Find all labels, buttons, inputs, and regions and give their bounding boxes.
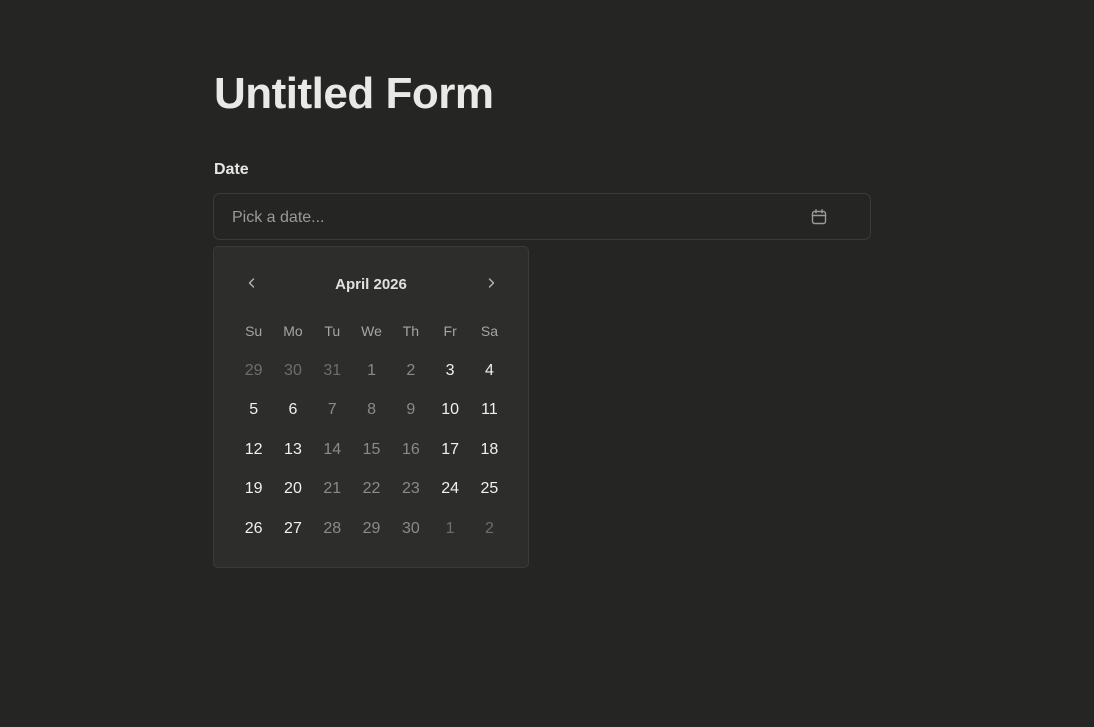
calendar-day-17[interactable]: 17 xyxy=(430,430,469,470)
form-page: Untitled Form Date Pick a date... April … xyxy=(0,0,1094,727)
calendar-week-row: 19 20 21 22 23 24 25 xyxy=(234,470,509,510)
weekday-label: Su xyxy=(245,323,263,339)
calendar-day-15: 15 xyxy=(362,440,381,458)
date-input-placeholder: Pick a date... xyxy=(232,209,325,226)
calendar-day-28: 28 xyxy=(323,519,342,537)
date-picker-input[interactable]: Pick a date... xyxy=(213,193,871,240)
calendar-popover: April 2026 Su Mo Tu We Th Fr Sa 29 30 31 1 2… xyxy=(213,246,529,568)
calendar-day-6[interactable]: 6 xyxy=(273,391,312,431)
calendar-day-11[interactable]: 11 xyxy=(470,391,509,431)
calendar-day-27[interactable]: 27 xyxy=(273,509,312,549)
calendar-day-21: 21 xyxy=(323,480,342,498)
weekday-label: Sa xyxy=(480,323,498,339)
calendar-week-row: 26 27 28 29 30 1 2 xyxy=(234,509,509,549)
calendar-day-7: 7 xyxy=(327,401,337,419)
calendar-icon xyxy=(810,208,828,226)
calendar-day-2: 2 xyxy=(406,361,416,379)
calendar-day-outside-31: 31 xyxy=(323,361,342,379)
weekday-label: Mo xyxy=(283,323,303,339)
calendar-day-10[interactable]: 10 xyxy=(430,391,469,431)
calendar-day-26[interactable]: 26 xyxy=(234,509,273,549)
calendar-day-5[interactable]: 5 xyxy=(234,391,273,431)
calendar-day-outside-1: 1 xyxy=(445,519,455,537)
chevron-right-icon xyxy=(485,276,497,294)
calendar-day-30: 30 xyxy=(401,519,420,537)
calendar-day-25[interactable]: 25 xyxy=(470,470,509,510)
calendar-day-grid: 29 30 31 1 2 3 4 5 6 7 8 9 10 11 12 13 14 15 16 17 18 19 20 21 2… xyxy=(234,351,509,549)
calendar-day-14: 14 xyxy=(323,440,342,458)
date-field-label: Date xyxy=(214,161,249,178)
calendar-day-1: 1 xyxy=(367,361,376,379)
calendar-day-24[interactable]: 24 xyxy=(430,470,469,510)
calendar-day-9: 9 xyxy=(406,401,416,419)
calendar-day-outside-29: 29 xyxy=(244,361,263,379)
calendar-week-row: 29 30 31 1 2 3 4 xyxy=(234,351,509,391)
calendar-week-row: 5 6 7 8 9 10 11 xyxy=(234,391,509,431)
next-month-button[interactable] xyxy=(481,275,501,295)
calendar-day-19[interactable]: 19 xyxy=(234,470,273,510)
weekday-header: Su Mo Tu We Th Fr Sa xyxy=(234,323,509,339)
calendar-day-outside-30: 30 xyxy=(284,361,302,379)
calendar-day-13[interactable]: 13 xyxy=(273,430,312,470)
calendar-day-22: 22 xyxy=(362,480,381,498)
form-title: Untitled Form xyxy=(214,69,494,118)
calendar-day-18[interactable]: 18 xyxy=(470,430,509,470)
calendar-day-12[interactable]: 12 xyxy=(234,430,273,470)
weekday-label: Tu xyxy=(324,323,341,339)
calendar-day-16: 16 xyxy=(401,440,420,458)
calendar-day-20[interactable]: 20 xyxy=(273,470,312,510)
calendar-day-23: 23 xyxy=(401,480,420,498)
weekday-label: Th xyxy=(402,323,419,339)
calendar-day-8: 8 xyxy=(367,401,376,419)
calendar-day-29: 29 xyxy=(362,519,381,537)
weekday-label: Fr xyxy=(443,323,457,339)
weekday-label: We xyxy=(361,323,382,339)
calendar-day-3[interactable]: 3 xyxy=(430,351,469,391)
calendar-day-outside-2: 2 xyxy=(484,519,494,537)
calendar-day-4[interactable]: 4 xyxy=(470,351,509,391)
calendar-week-row: 12 13 14 15 16 17 18 xyxy=(234,430,509,470)
